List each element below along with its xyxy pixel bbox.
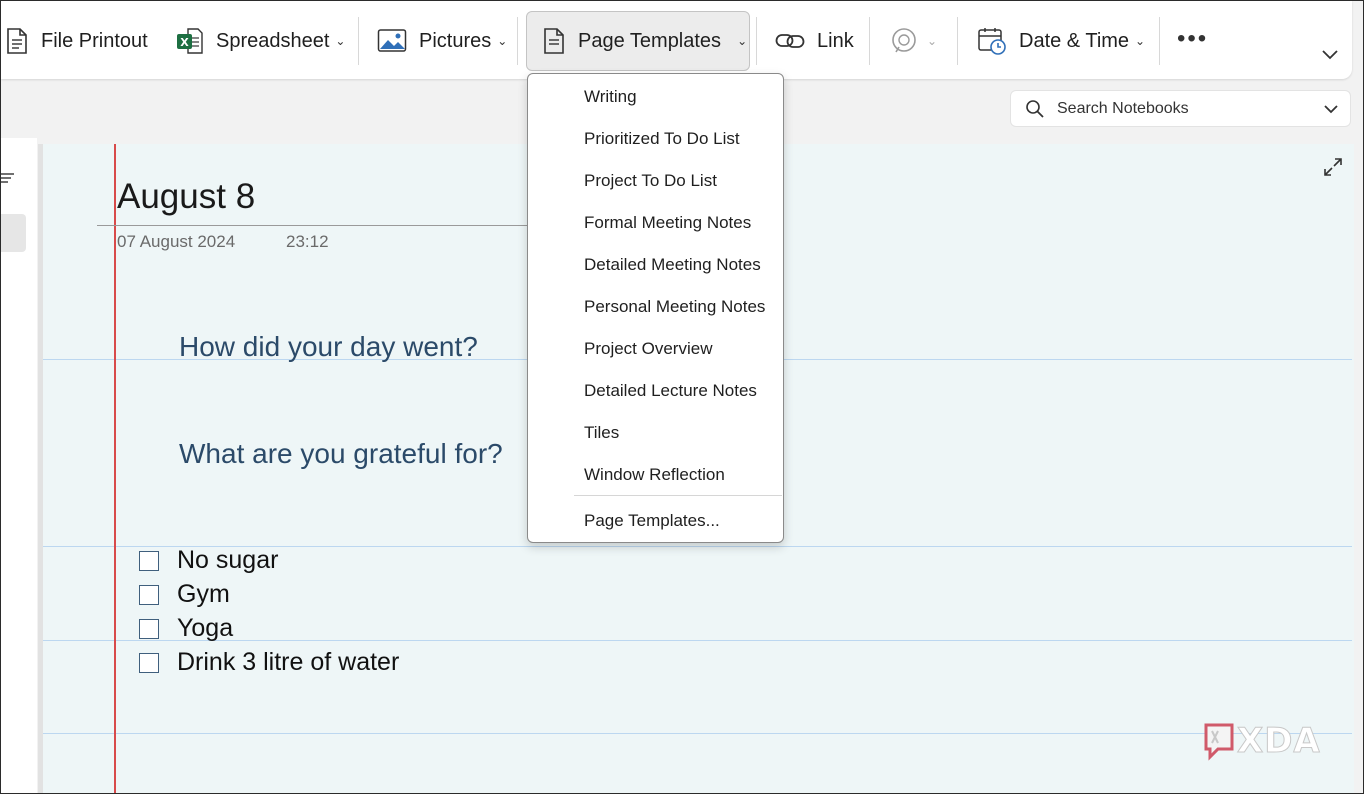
link-button[interactable]: Link xyxy=(775,15,854,67)
date-time-button[interactable]: Date & Time ⌄ xyxy=(977,15,1145,67)
link-icon xyxy=(775,31,805,51)
todo-checkbox[interactable] xyxy=(139,652,159,673)
comment-button[interactable]: ⌄ xyxy=(889,15,937,67)
title-underline xyxy=(97,225,529,226)
question-text[interactable]: How did your day went? xyxy=(179,331,478,363)
menu-item-page-templates[interactable]: Page Templates... xyxy=(584,511,720,531)
link-label: Link xyxy=(817,29,854,52)
todo-checkbox[interactable] xyxy=(139,618,159,639)
ribbon-separator xyxy=(756,17,757,65)
margin-line xyxy=(114,144,116,793)
menu-item-prioritized-to-do-list[interactable]: Prioritized To Do List xyxy=(584,129,740,149)
page-time: 23:12 xyxy=(286,232,329,251)
app-window: File Printout X Spreadsheet ⌄ Pictures ⌄… xyxy=(0,0,1364,794)
pictures-button[interactable]: Pictures ⌄ xyxy=(377,15,507,67)
comment-icon xyxy=(889,26,919,56)
file-printout-button[interactable]: File Printout xyxy=(5,15,148,67)
search-icon xyxy=(1025,99,1045,119)
date-time-label: Date & Time xyxy=(1019,29,1130,52)
picture-icon xyxy=(377,28,407,54)
expand-icon[interactable] xyxy=(1323,157,1343,182)
menu-item-project-to-do-list[interactable]: Project To Do List xyxy=(584,171,717,191)
chevron-down-icon[interactable] xyxy=(1324,101,1338,119)
todo-item[interactable]: Gym xyxy=(139,580,230,609)
ribbon-collapse-chevron-icon[interactable] xyxy=(1321,47,1339,65)
todo-label: Drink 3 litre of water xyxy=(177,648,400,676)
todo-item[interactable]: Drink 3 litre of water xyxy=(139,648,399,677)
page-template-icon xyxy=(542,27,566,55)
insert-ribbon: File Printout X Spreadsheet ⌄ Pictures ⌄… xyxy=(1,1,1352,79)
xda-wordmark: XDA xyxy=(1237,721,1321,762)
ribbon-separator xyxy=(358,17,359,65)
todo-item[interactable]: No sugar xyxy=(139,546,278,575)
menu-item-project-overview[interactable]: Project Overview xyxy=(584,339,712,359)
svg-text:X: X xyxy=(180,36,189,49)
spreadsheet-label: Spreadsheet xyxy=(216,29,330,52)
chevron-down-icon: ⌄ xyxy=(1135,34,1146,48)
menu-item-detailed-lecture-notes[interactable]: Detailed Lecture Notes xyxy=(584,381,757,401)
chevron-down-icon: ⌄ xyxy=(737,34,748,48)
page-title[interactable]: August 8 xyxy=(117,177,255,217)
search-placeholder: Search Notebooks xyxy=(1057,99,1189,117)
menu-item-formal-meeting-notes[interactable]: Formal Meeting Notes xyxy=(584,213,751,233)
pictures-label: Pictures xyxy=(419,29,492,52)
ribbon-separator xyxy=(1159,17,1160,65)
chevron-down-icon: ⌄ xyxy=(497,34,508,48)
menu-item-personal-meeting-notes[interactable]: Personal Meeting Notes xyxy=(584,297,765,317)
todo-checkbox[interactable] xyxy=(139,584,159,605)
todo-label: No sugar xyxy=(177,546,279,574)
todo-label: Gym xyxy=(177,580,230,608)
page-templates-button[interactable]: Page Templates ⌄ xyxy=(542,15,747,67)
ribbon-separator xyxy=(957,17,958,65)
excel-icon: X xyxy=(176,27,204,55)
question-text[interactable]: What are you grateful for? xyxy=(179,438,503,470)
menu-item-tiles[interactable]: Tiles xyxy=(584,423,619,443)
more-options-button[interactable]: ••• xyxy=(1177,25,1208,53)
todo-checkbox[interactable] xyxy=(139,550,159,571)
ribbon-separator xyxy=(869,17,870,65)
todo-item[interactable]: Yoga xyxy=(139,614,233,643)
sort-icon[interactable] xyxy=(1,171,15,192)
xda-watermark: XDA xyxy=(1203,721,1321,762)
selected-page-item[interactable] xyxy=(1,214,26,252)
chevron-down-icon: ⌄ xyxy=(927,34,938,48)
page-date: 07 August 2024 xyxy=(117,232,236,251)
menu-item-writing[interactable]: Writing xyxy=(584,87,637,107)
page-templates-label: Page Templates xyxy=(578,29,722,52)
spreadsheet-button[interactable]: X Spreadsheet ⌄ xyxy=(176,15,345,67)
menu-item-detailed-meeting-notes[interactable]: Detailed Meeting Notes xyxy=(584,255,761,275)
menu-separator xyxy=(574,495,782,496)
file-printout-icon xyxy=(5,27,29,55)
ribbon-separator xyxy=(517,17,518,65)
chevron-down-icon: ⌄ xyxy=(335,34,346,48)
rule-line xyxy=(43,640,1352,641)
search-notebooks-field[interactable]: Search Notebooks xyxy=(1010,90,1351,127)
xda-logo-icon xyxy=(1204,723,1234,761)
rule-line xyxy=(43,733,1352,734)
menu-item-window-reflection[interactable]: Window Reflection xyxy=(584,465,725,485)
page-templates-menu: Writing Prioritized To Do List Project T… xyxy=(527,73,784,543)
calendar-clock-icon xyxy=(977,26,1007,56)
file-printout-label: File Printout xyxy=(41,29,148,52)
todo-label: Yoga xyxy=(177,614,234,642)
